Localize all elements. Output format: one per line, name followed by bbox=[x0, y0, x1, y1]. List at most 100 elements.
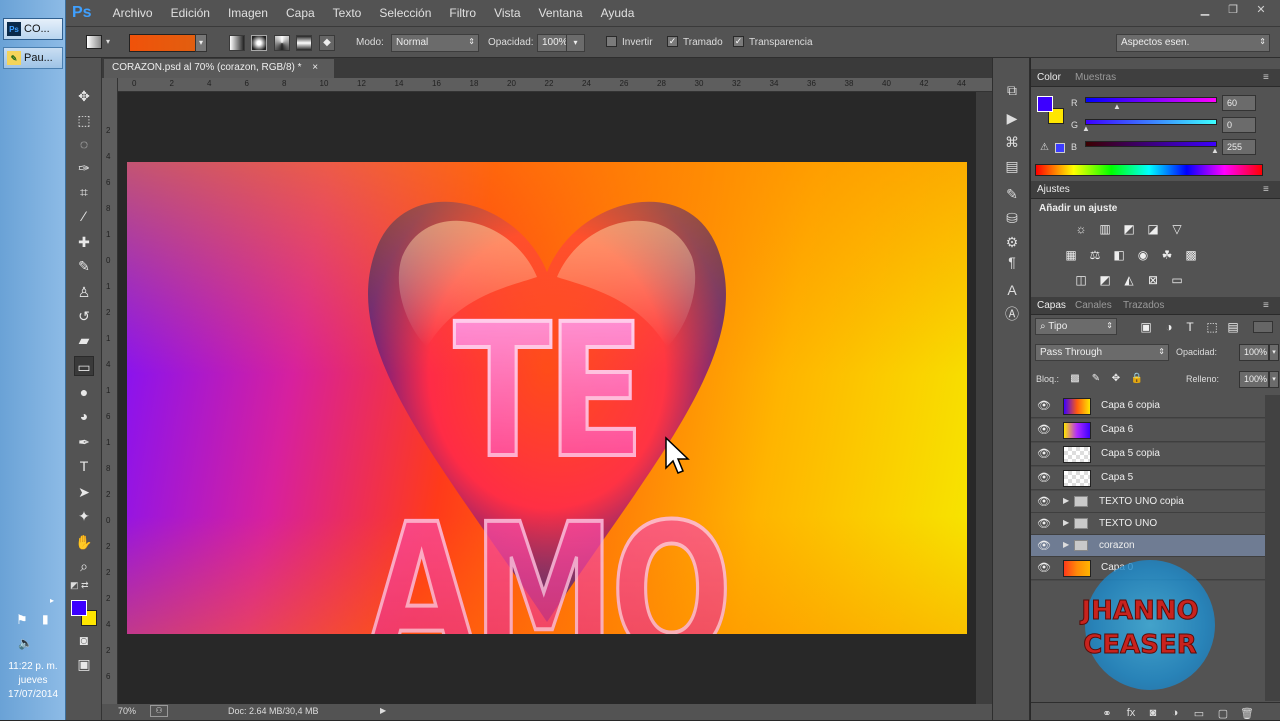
lock-transparent-icon[interactable]: ▩ bbox=[1067, 371, 1083, 387]
layer-row[interactable]: 👁 Capa 6 bbox=[1031, 419, 1265, 442]
tab-muestras[interactable]: Muestras bbox=[1075, 72, 1116, 83]
layer-mask-icon[interactable]: ◙ bbox=[1145, 707, 1161, 721]
zoom-tool-icon[interactable]: ⌕ bbox=[74, 556, 94, 576]
tab-ajustes[interactable]: Ajustes bbox=[1037, 184, 1070, 195]
menu-filtro[interactable]: Filtro bbox=[440, 6, 485, 20]
history-panel-icon[interactable]: ⧉ bbox=[1002, 80, 1022, 100]
volume-icon[interactable]: 🔈 bbox=[18, 636, 33, 650]
reflected-gradient-button[interactable] bbox=[296, 35, 312, 51]
tab-capas[interactable]: Capas bbox=[1037, 300, 1066, 311]
layer-group-row[interactable]: 👁 ▶ TEXTO UNO bbox=[1031, 513, 1265, 535]
fill-field[interactable]: 100% bbox=[1239, 371, 1269, 388]
black-white-icon[interactable]: ◧ bbox=[1111, 247, 1127, 263]
selective-color-icon[interactable]: ⊠ bbox=[1145, 272, 1161, 288]
minimize-icon[interactable]: ▁ bbox=[1194, 3, 1216, 17]
panel-menu-icon[interactable]: ≡ bbox=[1263, 300, 1269, 311]
g-slider[interactable] bbox=[1085, 119, 1217, 125]
info-panel-icon[interactable]: ⌘ bbox=[1002, 132, 1022, 152]
lock-pixels-icon[interactable]: ✎ bbox=[1088, 371, 1104, 387]
radial-gradient-button[interactable] bbox=[251, 35, 267, 51]
workspace-select[interactable]: Aspectos esen. ⇕ bbox=[1116, 34, 1270, 52]
tab-color[interactable]: Color bbox=[1037, 72, 1061, 83]
stamp-tool-icon[interactable]: ♙ bbox=[74, 282, 94, 302]
close-icon[interactable]: ✕ bbox=[1250, 3, 1272, 17]
chevron-down-icon[interactable]: ▾ bbox=[106, 37, 110, 46]
marquee-tool-icon[interactable]: ⬚ bbox=[74, 110, 94, 130]
color-spectrum-bar[interactable] bbox=[1035, 164, 1263, 176]
layer-row[interactable]: 👁 Capa 6 copia bbox=[1031, 395, 1265, 418]
healing-tool-icon[interactable]: ✚ bbox=[74, 232, 94, 252]
angle-gradient-button[interactable] bbox=[274, 35, 290, 51]
brightness-icon[interactable]: ☼ bbox=[1073, 221, 1089, 237]
b-slider-thumb-icon[interactable]: ▲ bbox=[1211, 146, 1219, 155]
eyedropper-tool-icon[interactable]: ⁄ bbox=[74, 206, 94, 226]
menu-seleccion[interactable]: Selección bbox=[370, 6, 440, 20]
warning-icon[interactable]: ⚠ bbox=[1040, 142, 1049, 153]
photo-filter-icon[interactable]: ◉ bbox=[1135, 247, 1151, 263]
filter-toggle[interactable] bbox=[1253, 321, 1273, 333]
linear-gradient-button[interactable] bbox=[229, 35, 245, 51]
shape-tool-icon[interactable]: ✦ bbox=[74, 506, 94, 526]
dither-checkbox[interactable]: ✓ bbox=[667, 36, 678, 47]
actions-play-icon[interactable]: ▶ bbox=[1002, 108, 1022, 128]
filter-pixel-icon[interactable]: ▣ bbox=[1138, 319, 1154, 335]
expand-arrow-icon[interactable]: ▸ bbox=[50, 596, 54, 605]
vibrance-icon[interactable]: ▽ bbox=[1169, 221, 1185, 237]
document-canvas[interactable]: TE AMO bbox=[127, 162, 967, 634]
g-value-field[interactable]: 0 bbox=[1222, 117, 1256, 133]
filter-smart-object-icon[interactable]: ▤ bbox=[1225, 319, 1241, 335]
flag-icon[interactable]: ⚑ bbox=[16, 612, 28, 628]
tool-presets-icon[interactable]: ⚙ bbox=[1002, 232, 1022, 252]
diamond-gradient-button[interactable]: ◆ bbox=[319, 35, 335, 51]
mode-select[interactable]: Normal ⇕ bbox=[391, 34, 479, 52]
menu-texto[interactable]: Texto bbox=[324, 6, 371, 20]
history-brush-icon[interactable]: ↺ bbox=[74, 306, 94, 326]
brush-panel-icon[interactable]: ✎ bbox=[1002, 184, 1022, 204]
invert-checkbox[interactable] bbox=[606, 36, 617, 47]
lasso-tool-icon[interactable]: ◌ bbox=[74, 134, 94, 154]
clone-source-icon[interactable]: ⛁ bbox=[1002, 208, 1022, 228]
eye-icon[interactable]: 👁 bbox=[1037, 495, 1051, 509]
layer-style-icon[interactable]: fx bbox=[1123, 707, 1139, 721]
curves-icon[interactable]: ◩ bbox=[1121, 221, 1137, 237]
close-tab-icon[interactable]: × bbox=[312, 62, 318, 73]
opacity-dropdown-icon[interactable]: ▾ bbox=[566, 34, 585, 52]
default-colors-icon[interactable]: ◩ ⇄ bbox=[70, 580, 89, 591]
invert-adjust-icon[interactable]: ◫ bbox=[1073, 272, 1089, 288]
exposure-icon[interactable]: ◪ bbox=[1145, 221, 1161, 237]
layer-filter-select[interactable]: ⌕ Tipo ⇕ bbox=[1035, 318, 1117, 335]
layer-row[interactable]: 👁 Capa 5 copia bbox=[1031, 443, 1265, 466]
trash-icon[interactable]: 🗑 bbox=[1239, 707, 1255, 721]
path-select-tool-icon[interactable]: ➤ bbox=[74, 482, 94, 502]
clock-time[interactable]: 11:22 p. m. bbox=[0, 660, 66, 674]
vertical-scrollbar[interactable] bbox=[976, 92, 992, 704]
eye-icon[interactable]: 👁 bbox=[1037, 539, 1051, 553]
restore-icon[interactable]: ❐ bbox=[1222, 3, 1244, 17]
r-value-field[interactable]: 60 bbox=[1222, 95, 1256, 111]
eye-icon[interactable]: 👁 bbox=[1037, 517, 1051, 531]
b-slider[interactable] bbox=[1085, 141, 1217, 147]
foreground-color-swatch[interactable] bbox=[71, 600, 87, 616]
color-panel-foreground-swatch[interactable] bbox=[1037, 96, 1053, 112]
layer-group-row-selected[interactable]: 👁 ▶ corazon bbox=[1031, 535, 1265, 557]
new-group-icon[interactable]: ▭ bbox=[1191, 707, 1207, 721]
gamut-swatch[interactable] bbox=[1055, 143, 1065, 153]
document-tab[interactable]: CORAZON.psd al 70% (corazon, RGB/8) * × bbox=[104, 59, 334, 78]
zoom-level[interactable]: 70% bbox=[118, 706, 136, 716]
r-slider-thumb-icon[interactable]: ▲ bbox=[1113, 102, 1121, 111]
gradient-picker[interactable] bbox=[129, 34, 205, 52]
filter-adjustment-icon[interactable]: ◑ bbox=[1161, 319, 1177, 335]
menu-edicion[interactable]: Edición bbox=[162, 6, 219, 20]
panel-menu-icon[interactable]: ≡ bbox=[1263, 184, 1269, 195]
gradient-map-icon[interactable]: ▭ bbox=[1169, 272, 1185, 288]
adjustment-layer-icon[interactable]: ◑ bbox=[1167, 707, 1183, 721]
layer-group-row[interactable]: 👁 ▶ TEXTO UNO copia bbox=[1031, 491, 1265, 513]
move-tool-icon[interactable]: ✥ bbox=[74, 86, 94, 106]
r-slider[interactable] bbox=[1085, 97, 1217, 103]
eraser-tool-icon[interactable]: ▰ bbox=[74, 330, 94, 350]
properties-panel-icon[interactable]: ▤ bbox=[1002, 156, 1022, 176]
screen-mode-icon[interactable]: ▣ bbox=[74, 654, 94, 674]
gradient-dropdown-icon[interactable]: ▾ bbox=[195, 34, 207, 52]
eye-icon[interactable]: 👁 bbox=[1037, 423, 1051, 437]
network-icon[interactable]: ▮ bbox=[42, 612, 49, 626]
